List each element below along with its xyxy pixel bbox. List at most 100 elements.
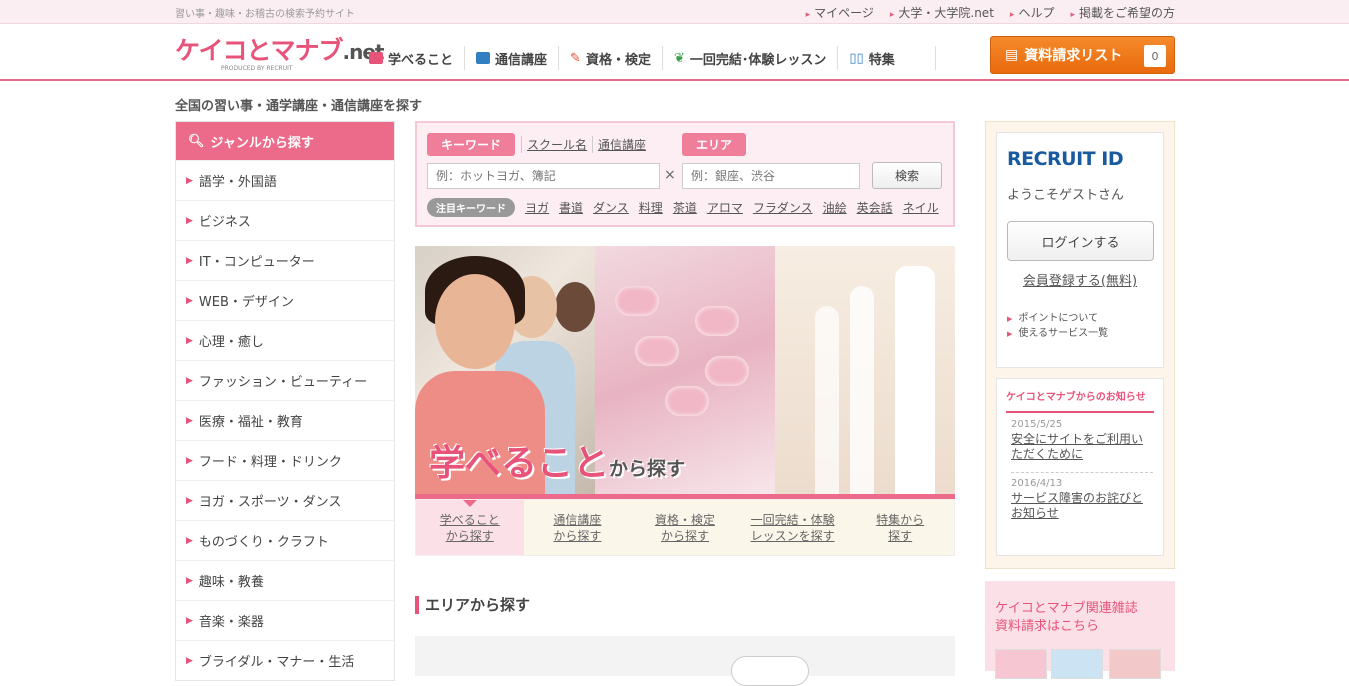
search-button[interactable]: 検索 [872, 162, 942, 189]
magazine-banner[interactable]: ケイコとマナブ関連雑誌 資料請求はこちら [985, 581, 1175, 679]
tab-correspondence[interactable]: 通信講座 [592, 136, 651, 153]
nav-correspondence[interactable]: 通信講座 [465, 46, 560, 70]
tab-line: 一回完結・体験 [750, 512, 835, 527]
hot-keyword-link[interactable]: ダンス [593, 199, 629, 216]
news-heading: ケイコとマナブからのお知らせ [1006, 388, 1154, 413]
magazine-cover [1051, 649, 1103, 679]
hero-banner[interactable]: 学べることから探す [415, 246, 955, 494]
nail-shape [635, 336, 679, 366]
hero-headline-big: 学べること [429, 443, 610, 484]
points-link[interactable]: ポイントについて [1007, 309, 1098, 324]
news-box: ケイコとマナブからのお知らせ 2015/5/25 安全にサイトをご利用いただくた… [996, 378, 1164, 556]
hot-keyword-link[interactable]: ネイル [903, 199, 939, 216]
news-date: 2015/5/25 [1011, 419, 1063, 430]
hot-keyword-link[interactable]: ヨガ [525, 199, 549, 216]
nav-feature-label: 特集 [868, 52, 895, 68]
sidebar-item-medical[interactable]: ▶ 医療・福祉・教育 [176, 400, 394, 440]
arrow-icon: ▶ [186, 655, 193, 666]
yoga-figure [895, 266, 935, 494]
help-link[interactable]: ヘルプ [1010, 4, 1054, 21]
magazine-line2: 資料請求はこちら [995, 619, 1100, 634]
hot-keyword-link[interactable]: 書道 [559, 199, 583, 216]
nail-shape [695, 306, 739, 336]
sidebar-item-label: ものづくり・クラフト [198, 535, 329, 550]
advertise-link[interactable]: 掲載をご希望の方 [1070, 4, 1175, 21]
tab-trial-lesson[interactable]: 一回完結・体験 レッスンを探す [739, 500, 847, 555]
area-section-heading: エリアから探す [415, 596, 530, 614]
keyword-input[interactable] [427, 163, 660, 189]
hot-keyword-link[interactable]: 茶道 [673, 199, 697, 216]
genre-sidebar: 🔍︎ ジャンルから探す ▶ 語学・外国語 ▶ ビジネス ▶ IT・コンピューター ▶ WE… [175, 121, 395, 681]
tab-learn[interactable]: 学べること から探す [416, 500, 524, 555]
tab-qualification[interactable]: 資格・検定 から探す [631, 500, 739, 555]
hot-keyword-link[interactable]: アロマ [707, 199, 743, 216]
hot-keyword-link[interactable]: 英会話 [857, 199, 893, 216]
tab-line: から探す [445, 528, 494, 543]
nav-learn-label: 学べること [388, 52, 454, 68]
tab-feature[interactable]: 特集から 探す [846, 500, 954, 555]
arrow-icon: ▶ [186, 215, 193, 226]
nav-correspondence-label: 通信講座 [495, 52, 548, 68]
tab-school-name[interactable]: スクール名 [521, 136, 592, 153]
hero-headline: 学べることから探す [429, 434, 685, 486]
sidebar-item-food[interactable]: ▶ フード・料理・ドリンク [176, 440, 394, 480]
document-icon: ▤ [1005, 47, 1019, 63]
sidebar-item-bridal[interactable]: ▶ ブライダル・マナー・生活 [176, 640, 394, 680]
request-count-badge: 0 [1144, 45, 1166, 67]
sidebar-item-label: ブライダル・マナー・生活 [198, 655, 355, 670]
site-tagline: 習い事・趣味・お稽古の検索予約サイト [175, 9, 355, 20]
area-input[interactable] [682, 163, 860, 189]
magazine-text: ケイコとマナブ関連雑誌 資料請求はこちら [995, 600, 1138, 636]
sidebar-item-label: 語学・外国語 [198, 175, 277, 190]
sidebar-item-yoga[interactable]: ▶ ヨガ・スポーツ・ダンス [176, 480, 394, 520]
sidebar-item-craft[interactable]: ▶ ものづくり・クラフト [176, 520, 394, 560]
arrow-icon: ▶ [186, 575, 193, 586]
mail-icon [476, 52, 491, 64]
sidebar-item-psychology[interactable]: ▶ 心理・癒し [176, 320, 394, 360]
sidebar-item-fashion[interactable]: ▶ ファッション・ビューティー [176, 360, 394, 400]
magazine-cover [995, 649, 1047, 679]
hero-tabs: 学べること から探す 通信講座 から探す 資格・検定 から探す 一回完結・体験 レッスン… [415, 499, 955, 556]
news-link[interactable]: 安全にサイトをご利用いただくために [1011, 432, 1151, 462]
hot-keywords-label: 注目キーワード [427, 198, 515, 217]
sidebar-item-music[interactable]: ▶ 音楽・楽器 [176, 600, 394, 640]
mypage-link[interactable]: マイページ [806, 4, 874, 21]
bag-icon [369, 52, 383, 64]
tab-area: エリア [682, 133, 747, 156]
sidebar-item-business[interactable]: ▶ ビジネス [176, 200, 394, 240]
sidebar-item-web-design[interactable]: ▶ WEB・デザイン [176, 280, 394, 320]
news-link[interactable]: サービス障害のお詫びとお知らせ [1011, 491, 1151, 521]
yoga-figure [815, 306, 839, 494]
magazine-cover [1109, 649, 1161, 679]
login-button[interactable]: ログインする [1007, 221, 1154, 261]
sidebar-item-language[interactable]: ▶ 語学・外国語 [176, 160, 394, 200]
site-logo[interactable]: ケイコとマナブ.net PRODUCED BY RECRUIT [175, 31, 384, 72]
close-icon[interactable]: × [664, 167, 676, 183]
tab-line: から探す [553, 528, 602, 543]
sidebar-item-hobby[interactable]: ▶ 趣味・教養 [176, 560, 394, 600]
yoga-photo [775, 246, 955, 494]
request-list-button[interactable]: ▤ 資料請求リスト 0 [990, 36, 1175, 74]
register-link[interactable]: 会員登録する(無料) [997, 270, 1163, 289]
nav-learn[interactable]: 学べること [358, 46, 466, 70]
arrow-icon: ▶ [186, 375, 193, 386]
nav-qualification[interactable]: ✎ 資格・検定 [559, 46, 663, 70]
sidebar-item-label: WEB・デザイン [198, 295, 294, 310]
sidebar-item-it[interactable]: ▶ IT・コンピューター [176, 240, 394, 280]
nav-trial-lesson[interactable]: ❦ 一回完結･体験レッスン [663, 46, 839, 70]
tab-line: 探す [888, 528, 913, 543]
nav-feature[interactable]: ▯▯ 特集 [838, 46, 936, 70]
news-separator [1011, 472, 1153, 473]
hot-keyword-link[interactable]: 料理 [639, 199, 663, 216]
arrow-icon: ▶ [186, 295, 193, 306]
tab-line: レッスンを探す [750, 528, 835, 543]
university-link[interactable]: 大学・大学院.net [890, 4, 994, 21]
tab-keyword[interactable]: キーワード [427, 133, 516, 156]
hot-keyword-link[interactable]: 油絵 [823, 199, 847, 216]
nail-shape [615, 286, 659, 316]
tab-correspondence-course[interactable]: 通信講座 から探す [524, 500, 632, 555]
services-link[interactable]: 使えるサービス一覧 [1007, 324, 1108, 339]
area-pill-button[interactable] [731, 656, 809, 686]
hot-keyword-link[interactable]: フラダンス [753, 199, 813, 216]
tab-line: 資格・検定 [654, 512, 715, 527]
